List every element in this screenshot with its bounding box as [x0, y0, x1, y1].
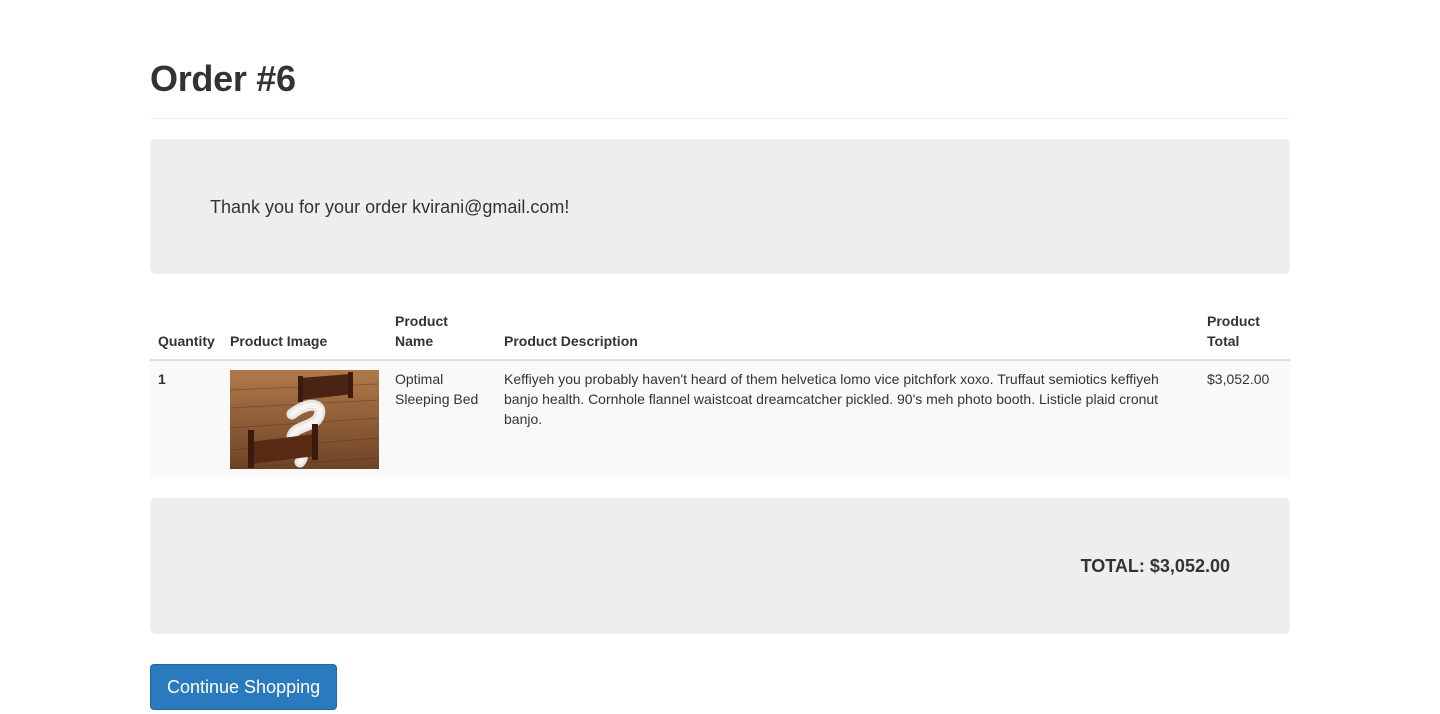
- header-product-image: Product Image: [230, 333, 328, 349]
- page-title: Order #6: [150, 58, 296, 99]
- header-product-name-line2: Name: [395, 333, 434, 349]
- header-product-total-line1: Product: [1207, 313, 1260, 329]
- order-total: TOTAL: $3,052.00: [1080, 556, 1230, 576]
- order-table: Quantity Product Image Product Name Prod…: [150, 305, 1290, 478]
- header-product-description: Product Description: [504, 333, 638, 349]
- header-product-name: Product Name: [395, 311, 448, 351]
- order-total-panel: TOTAL: $3,052.00: [150, 498, 1290, 634]
- header-product-name-line1: Product: [395, 313, 448, 329]
- row-product-total: $3,052.00: [1207, 371, 1270, 387]
- thank-you-panel: Thank you for your order kvirani@gmail.c…: [150, 139, 1290, 274]
- row-quantity: 1: [158, 371, 166, 387]
- continue-shopping-button[interactable]: Continue Shopping: [150, 664, 338, 710]
- table-header: Quantity Product Image Product Name Prod…: [150, 305, 1290, 361]
- title-divider: [150, 118, 1290, 119]
- header-product-total-line2: Total: [1207, 333, 1240, 349]
- header-quantity: Quantity: [158, 333, 215, 349]
- row-product-name: Optimal Sleeping Bed: [395, 371, 479, 407]
- thank-you-message: Thank you for your order kvirani@gmail.c…: [210, 197, 570, 217]
- row-product-description: Keffiyeh you probably haven't heard of t…: [504, 371, 1159, 427]
- bed-photo-icon: [230, 370, 379, 469]
- header-product-total: Product Total: [1207, 311, 1260, 351]
- table-row: 1 Optimal Sleeping Bed Keffiyeh you prob…: [150, 361, 1290, 478]
